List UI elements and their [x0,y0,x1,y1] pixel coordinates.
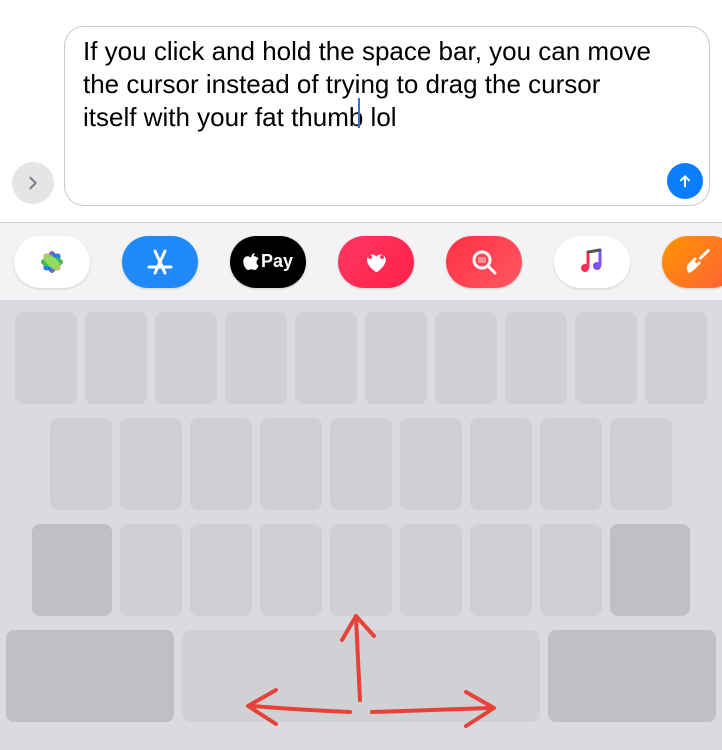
blank-key[interactable] [260,418,322,510]
blank-key[interactable] [645,312,707,404]
heart-fingers-icon [360,246,392,278]
blank-key[interactable] [540,418,602,510]
blank-key[interactable] [365,312,427,404]
blank-key[interactable] [225,312,287,404]
apple-logo-icon [243,253,259,271]
blank-key[interactable] [190,418,252,510]
digital-touch-app-icon[interactable] [338,236,414,288]
blank-key[interactable] [540,524,602,616]
guitar-icon [683,245,717,279]
shift-key[interactable] [32,524,112,616]
compose-bar: If you click and hold the space bar, you… [0,0,722,222]
space-key[interactable] [182,630,540,722]
blank-key[interactable] [260,524,322,616]
send-button[interactable] [667,163,703,199]
blank-key[interactable] [470,524,532,616]
blank-key[interactable] [400,418,462,510]
text-cursor-icon [358,98,360,128]
blank-key[interactable] [330,524,392,616]
return-key[interactable] [548,630,716,722]
blank-key[interactable] [435,312,497,404]
magnify-image-icon [469,247,499,277]
music-note-icon [578,248,606,276]
blank-key[interactable] [15,312,77,404]
keyboard-row-3 [6,524,716,616]
ios-keyboard-trackpad[interactable] [0,300,722,750]
apple-pay-label: Pay [261,251,293,272]
music-app-icon[interactable] [554,236,630,288]
blank-key[interactable] [470,418,532,510]
chevron-right-icon [25,175,41,191]
photos-icon [37,247,67,277]
delete-key[interactable] [610,524,690,616]
photos-app-icon[interactable] [14,236,90,288]
blank-key[interactable] [575,312,637,404]
keyboard-row-2 [6,418,716,510]
message-text-content: If you click and hold the space bar, you… [83,35,659,134]
app-store-icon [145,247,175,277]
message-text-input[interactable]: If you click and hold the space bar, you… [64,26,710,206]
blank-key[interactable] [85,312,147,404]
blank-key[interactable] [50,418,112,510]
garageband-app-icon[interactable] [662,236,722,288]
keyboard-row-1 [6,312,716,404]
apple-pay-app-icon[interactable]: Pay [230,236,306,288]
expand-app-tray-button[interactable] [12,162,54,204]
blank-key[interactable] [190,524,252,616]
blank-key[interactable] [400,524,462,616]
images-search-app-icon[interactable] [446,236,522,288]
blank-key[interactable] [155,312,217,404]
arrow-up-icon [677,173,693,189]
blank-key[interactable] [505,312,567,404]
keyboard-row-4 [6,630,716,722]
numbers-key[interactable] [6,630,174,722]
blank-key[interactable] [120,418,182,510]
app-store-app-icon[interactable] [122,236,198,288]
blank-key[interactable] [295,312,357,404]
imessage-app-strip[interactable]: Pay [0,222,722,300]
blank-key[interactable] [610,418,672,510]
blank-key[interactable] [120,524,182,616]
blank-key[interactable] [330,418,392,510]
